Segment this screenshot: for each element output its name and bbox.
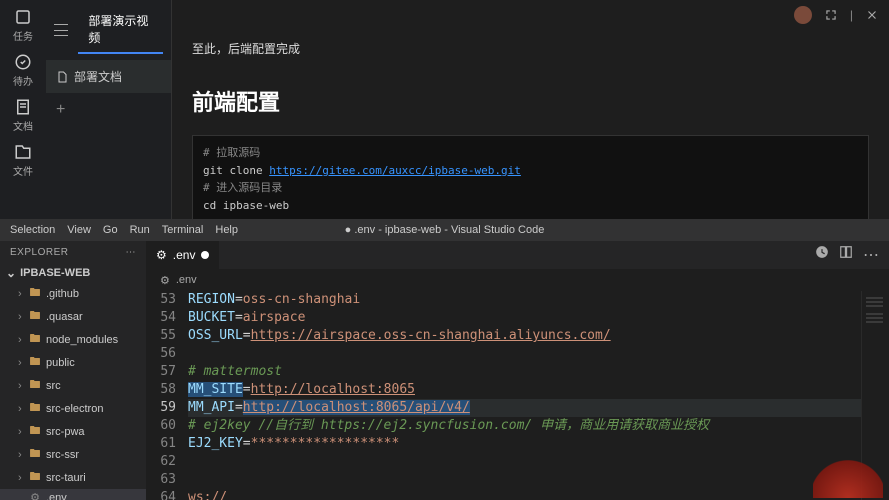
doc-tab[interactable]: 部署演示视频 [78, 6, 163, 54]
folder-icon: 🖿 [28, 468, 42, 487]
activity-wait[interactable]: 待办 [3, 53, 43, 88]
gear-icon: ⚙ [156, 248, 167, 262]
tree-item-.github[interactable]: ›🖿.github [0, 282, 146, 305]
task-icon [14, 8, 32, 26]
tab-label: .env [173, 248, 196, 262]
menu-run[interactable]: Run [126, 224, 154, 236]
tree-item-src[interactable]: ›🖿src [0, 374, 146, 397]
editor-area: ⚙ .env ⋯ ⚙ .env 535455565758596061626364… [146, 241, 889, 500]
file-tree: ›🖿.github›🖿.quasar›🖿node_modules›🖿public… [0, 282, 146, 500]
menu-selection[interactable]: Selection [6, 224, 59, 236]
code-block: # 拉取源码 git clone https://gitee.com/auxcc… [192, 135, 869, 219]
doc-item[interactable]: 部署文档 [46, 60, 171, 93]
file-icon: ⚙ [28, 491, 42, 500]
tab-bar: ⚙ .env ⋯ [146, 241, 889, 269]
watermark [813, 458, 883, 498]
folder-icon: 🖿 [28, 330, 42, 349]
explorer-label: EXPLORER [10, 247, 68, 258]
window-title: ● .env - ipbase-web - Visual Studio Code [345, 224, 545, 236]
tree-item-node_modules[interactable]: ›🖿node_modules [0, 328, 146, 351]
breadcrumb[interactable]: ⚙ .env [146, 269, 889, 291]
close-icon[interactable] [865, 8, 879, 22]
done-text: 至此，后端配置完成 [192, 40, 869, 57]
folder-icon: 🖿 [28, 422, 42, 441]
code-lines[interactable]: REGION=oss-cn-shanghaiBUCKET=airspaceOSS… [188, 291, 861, 500]
code-editor[interactable]: 53545556575859606162636465 REGION=oss-cn… [146, 291, 889, 500]
menu-help[interactable]: Help [211, 224, 242, 236]
menu-go[interactable]: Go [99, 224, 122, 236]
line-gutter: 53545556575859606162636465 [146, 291, 188, 500]
activity-bar: 任务待办文档文件 [0, 0, 46, 219]
file-icon [14, 143, 32, 161]
more-icon[interactable]: ⋯ [126, 247, 137, 258]
doc-item-label: 部署文档 [74, 68, 122, 85]
code-comment: # 进入源码目录 [203, 179, 858, 197]
vscode-window: Selection View Go Run TerminalHelp ● .env - … [0, 219, 889, 500]
dirty-dot-icon [201, 251, 209, 259]
folder-icon: 🖿 [28, 284, 42, 303]
wait-icon [14, 53, 32, 71]
doc-list-sidebar: 部署演示视频 部署文档 + [46, 0, 172, 219]
tree-item-src-electron[interactable]: ›🖿src-electron [0, 397, 146, 420]
expand-icon[interactable] [824, 8, 838, 22]
code-text: cd ipbase-web [203, 197, 858, 215]
vscode-sidebar: EXPLORER ⋯ IPBASE-WEB ›🖿.github›🖿.quasar… [0, 241, 146, 500]
folder-icon: 🖿 [28, 353, 42, 372]
more-icon[interactable]: ⋯ [863, 245, 879, 265]
tree-item-src-pwa[interactable]: ›🖿src-pwa [0, 420, 146, 443]
title-bar: Selection View Go Run TerminalHelp ● .env - … [0, 219, 889, 241]
file-icon [56, 71, 68, 83]
folder-icon: 🖿 [28, 445, 42, 464]
section-title: 前端配置 [192, 85, 869, 117]
tree-item-src-tauri[interactable]: ›🖿src-tauri [0, 466, 146, 489]
doc-icon [14, 98, 32, 116]
activity-task[interactable]: 任务 [3, 8, 43, 43]
tree-item-public[interactable]: ›🖿public [0, 351, 146, 374]
menu-terminal[interactable]: Terminal [158, 224, 208, 236]
folder-icon: 🖿 [28, 307, 42, 326]
activity-file[interactable]: 文件 [3, 143, 43, 178]
split-icon[interactable] [839, 245, 853, 259]
tree-item-src-ssr[interactable]: ›🖿src-ssr [0, 443, 146, 466]
add-doc-button[interactable]: + [46, 93, 171, 127]
project-root[interactable]: IPBASE-WEB [0, 264, 146, 282]
tree-item-.env[interactable]: ⚙.env [0, 489, 146, 500]
avatar[interactable] [794, 6, 812, 24]
code-comment: # 拉取源码 [203, 144, 858, 162]
divider: | [850, 8, 853, 22]
gear-icon: ⚙ [160, 274, 170, 287]
folder-icon: 🖿 [28, 376, 42, 395]
code-text: git clone [203, 164, 269, 177]
folder-icon: 🖿 [28, 399, 42, 418]
activity-doc[interactable]: 文档 [3, 98, 43, 133]
hamburger-icon[interactable] [54, 24, 68, 36]
crumb-label: .env [176, 274, 197, 286]
history-icon[interactable] [815, 245, 829, 259]
menu-view[interactable]: View [63, 224, 95, 236]
doc-content-area: | 至此，后端配置完成 前端配置 # 拉取源码 git clone https:… [172, 0, 889, 219]
menu-bar: Selection View Go Run TerminalHelp [0, 224, 242, 236]
editor-tab[interactable]: ⚙ .env [146, 241, 220, 269]
code-link[interactable]: https://gitee.com/auxcc/ipbase-web.git [269, 164, 521, 177]
tree-item-.quasar[interactable]: ›🖿.quasar [0, 305, 146, 328]
